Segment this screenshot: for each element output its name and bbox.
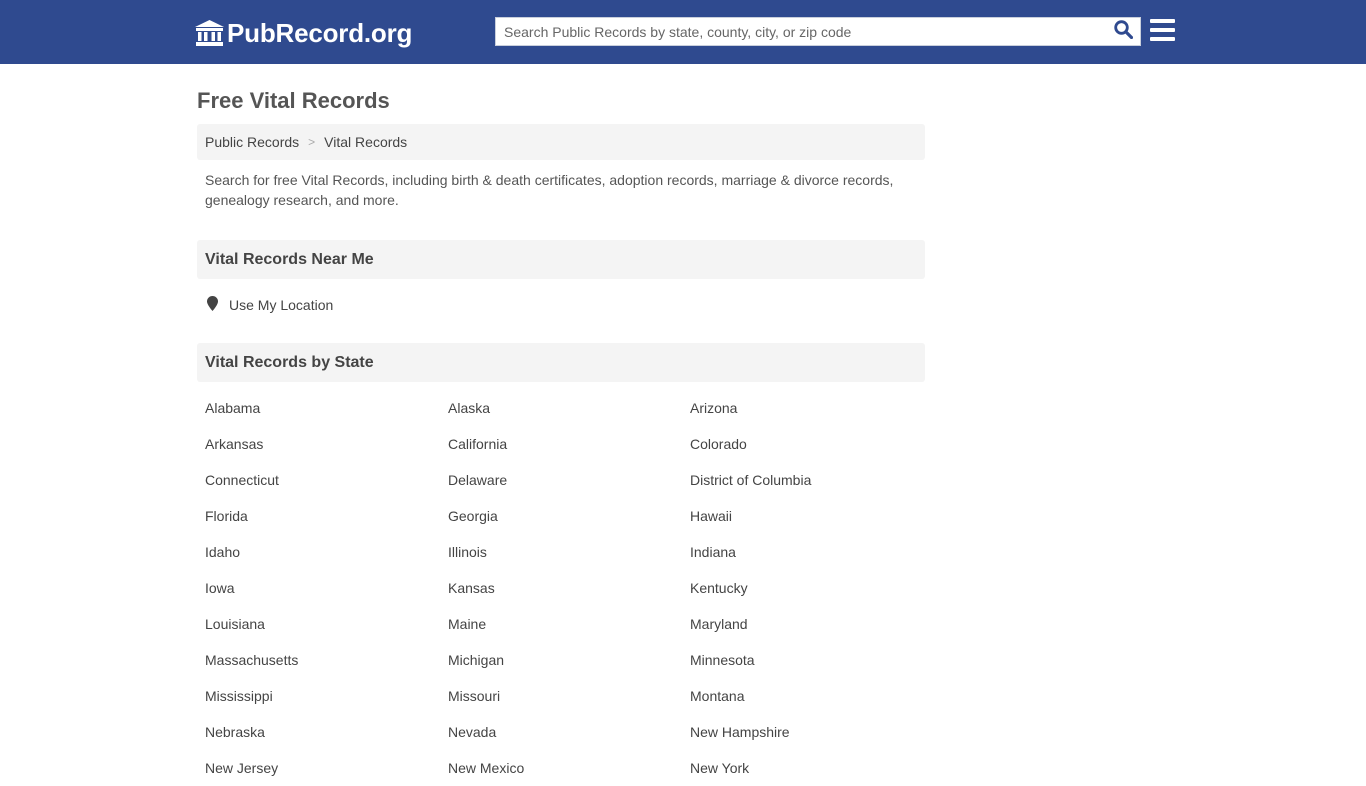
state-link[interactable]: Hawaii (690, 498, 933, 534)
breadcrumb: Public Records > Vital Records (197, 124, 925, 160)
state-link[interactable]: Georgia (448, 498, 690, 534)
state-link[interactable]: Arizona (690, 390, 933, 426)
state-link[interactable]: California (448, 426, 690, 462)
state-link[interactable]: Indiana (690, 534, 933, 570)
search-input[interactable] (496, 18, 1106, 45)
state-link[interactable]: Massachusetts (205, 642, 448, 678)
breadcrumb-public-records[interactable]: Public Records (205, 134, 299, 150)
state-link[interactable]: Kentucky (690, 570, 933, 606)
courthouse-icon (195, 20, 224, 46)
breadcrumb-vital-records[interactable]: Vital Records (324, 134, 407, 150)
state-link[interactable]: Alaska (448, 390, 690, 426)
state-link[interactable]: Louisiana (205, 606, 448, 642)
site-logo[interactable]: PubRecord.org (195, 15, 412, 51)
state-link[interactable]: New Hampshire (690, 714, 933, 750)
near-me-heading: Vital Records Near Me (197, 240, 925, 279)
state-link[interactable]: Illinois (448, 534, 690, 570)
state-link[interactable]: Missouri (448, 678, 690, 714)
search-icon (1113, 19, 1133, 44)
state-link[interactable]: Michigan (448, 642, 690, 678)
breadcrumb-separator: > (308, 135, 316, 149)
state-link[interactable]: New Mexico (448, 750, 690, 786)
state-link[interactable]: Iowa (205, 570, 448, 606)
use-my-location-link[interactable]: Use My Location (207, 296, 333, 314)
top-navbar: PubRecord.org (0, 0, 1366, 64)
state-link[interactable]: Alabama (205, 390, 448, 426)
state-link[interactable]: Nebraska (205, 714, 448, 750)
state-link[interactable]: Mississippi (205, 678, 448, 714)
state-link[interactable]: Arkansas (205, 426, 448, 462)
state-link[interactable]: Connecticut (205, 462, 448, 498)
hamburger-menu-icon[interactable] (1150, 19, 1175, 43)
search-button[interactable] (1106, 18, 1140, 45)
state-link[interactable]: Delaware (448, 462, 690, 498)
state-link[interactable]: Kansas (448, 570, 690, 606)
state-link[interactable]: Florida (205, 498, 448, 534)
state-link[interactable]: Nevada (448, 714, 690, 750)
state-link[interactable]: Maryland (690, 606, 933, 642)
state-link[interactable]: Montana (690, 678, 933, 714)
intro-text: Search for free Vital Records, including… (205, 172, 894, 208)
state-link[interactable]: Minnesota (690, 642, 933, 678)
map-pin-icon (207, 296, 229, 314)
state-list: Alabama Alaska Arizona Arkansas Californ… (205, 390, 933, 786)
state-link[interactable]: District of Columbia (690, 462, 933, 498)
logo-text: PubRecord.org (227, 18, 413, 48)
state-link[interactable]: Maine (448, 606, 690, 642)
state-link[interactable]: New Jersey (205, 750, 448, 786)
by-state-heading: Vital Records by State (197, 343, 925, 382)
state-link[interactable]: Colorado (690, 426, 933, 462)
search-box (495, 17, 1141, 46)
state-link[interactable]: Idaho (205, 534, 448, 570)
use-my-location-label: Use My Location (229, 297, 334, 313)
state-link[interactable]: New York (690, 750, 933, 786)
page-title: Free Vital Records (197, 88, 390, 113)
